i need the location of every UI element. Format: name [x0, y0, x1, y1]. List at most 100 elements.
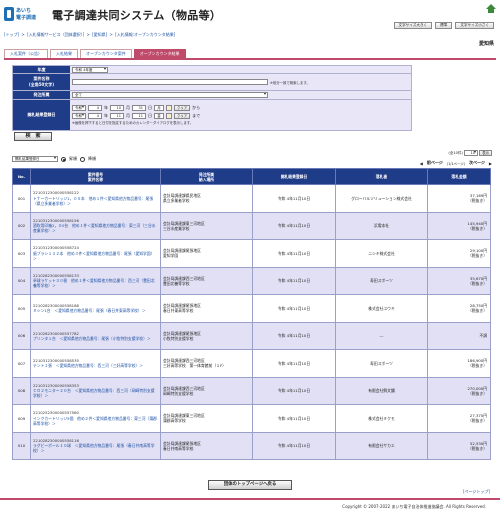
case-name-link[interactable]: ラグビーボール１０球 ＜愛知県他方物品番号：尾張（春日井南高等学校）＞ — [33, 443, 158, 453]
case-name-link[interactable]: 歯ブラシ１３２本 他め３件＜愛知県他方物品番号：尾張（愛知学園）＞ — [33, 251, 158, 261]
row-date: 令和 4年11月10日 — [252, 404, 336, 433]
row-winner: 有限会社サカエ — [335, 431, 428, 460]
row-amount: 52,530円 （税抜き） — [427, 431, 491, 460]
table-row: 001 2210312300000558122 トナーカートリッジ1，００本 他め１… — [12, 184, 491, 213]
from-clear-button[interactable]: クリア — [174, 105, 191, 111]
next-page-link[interactable]: 次ページ — [469, 160, 485, 166]
result-count: (全10件) — [448, 151, 463, 155]
case-name-link[interactable]: 卓球ラケット３０極 他め１件＜愛知県他方物品番号：西三河（豊田北養等学校）＞ — [33, 278, 158, 288]
to-month-input[interactable]: 11 — [110, 112, 124, 119]
row-dept: 会計局調達課西三河地区 岡崎特別支援学校 — [160, 376, 253, 405]
row-winner: ニシキ株式会社 — [335, 239, 428, 268]
chevron-right-icon[interactable]: ▶ — [489, 161, 492, 166]
to-weekday: 金 — [154, 112, 164, 119]
breadcrumb-org-select[interactable]: [入札情報サービス（団体選択）] — [27, 32, 84, 37]
table-row: 009 2210252300000557580 インクカートリッジ5個 他め２件＜愛… — [12, 404, 491, 433]
row-amount: 145,940円 （税抜き） — [427, 211, 491, 240]
to-era-select[interactable]: 令和 — [72, 112, 86, 119]
calendar-icon[interactable] — [166, 105, 172, 111]
row-dept: 会計局調達課西三河地区 三好高等学校 第一体育館前（１F） — [160, 349, 253, 378]
sort-desc-radio-icon[interactable] — [80, 156, 85, 162]
breadcrumb-top[interactable]: [トップ] — [4, 32, 19, 37]
row-date: 令和 4年11月10日 — [252, 376, 336, 405]
pager-nav: ◀ 前ページ (1/1ページ) 次ページ ▶ — [420, 160, 492, 166]
tab-bid-results[interactable]: 入札結果 — [50, 49, 78, 58]
site-logo[interactable]: あいち 電子調達 — [4, 6, 48, 24]
tab-bid-notice[interactable]: 入札案件（公告） — [4, 49, 48, 58]
case-name-link[interactable]: プリンタ１台 ＜愛知県他方物品番号：尾張（小牧特別支援学校）＞ — [33, 336, 158, 341]
case-name-link[interactable]: トナーカートリッジ1，００本 他め１件＜愛知県他方物品番号：尾張（県立多業者学校… — [33, 196, 158, 206]
row-dept: 会計局調達課尾張地区 春日井南高等学校 — [160, 431, 253, 460]
prev-page-link[interactable]: 前ページ — [427, 160, 443, 166]
form-row-date: 開札結果登録日 令和 4年 10月 31日 月 クリア から 令和 4年 11月… — [12, 100, 412, 131]
back-to-org-top-button[interactable]: 団体のトップページへ戻る — [208, 480, 292, 490]
case-name-link[interactable]: ミシン1台 ＜愛知県他方物品番号：尾張（春日井東高等学校）＞ — [33, 308, 158, 313]
tab-open-counter[interactable]: オープンカウンタ案件 — [80, 49, 132, 58]
case-name-link[interactable]: テント１張 ＜愛知県他方物品番号：西三河（三好高等学校）＞ — [33, 363, 158, 368]
row-no: 005 — [12, 294, 31, 323]
row-amount: 不調 — [427, 321, 491, 350]
from-year-input[interactable]: 4 — [88, 105, 102, 111]
breadcrumb-current: [入札情報:オープンカウンタ結果] — [115, 32, 176, 37]
dept-label: 発注所属 — [13, 91, 70, 99]
row-case: 2210282300000558188 ミシン1台 ＜愛知県他方物品番号：尾張（春… — [30, 294, 161, 323]
row-dept: 会計局調達課尾張地区 愛知学園 — [160, 239, 253, 268]
date-from-row: 令和 4年 10月 31日 月 クリア から — [72, 105, 200, 111]
row-amount: 27,370円 （税抜き） — [427, 404, 491, 433]
table-row: 006 2210282300000557782 プリンタ１台 ＜愛知県他方物品番号：… — [12, 321, 491, 350]
case-name-input[interactable] — [72, 79, 268, 85]
amount-tax: （税抜き） — [468, 198, 487, 204]
dept-select[interactable]: 全て — [72, 92, 268, 98]
row-amount: 29,100円 （税抜き） — [427, 239, 491, 268]
row-dept: 会計局調達課尾張地区 小牧特別支援学校 — [160, 321, 253, 350]
breadcrumb-prefecture[interactable]: [愛知県] — [92, 32, 107, 37]
col-header-case: 案件番号 案件名称 — [30, 168, 161, 185]
footer-copyright: Copyright © 2007-2022 あいち電子自治体推進協議会. All… — [0, 498, 500, 513]
from-era-select[interactable]: 令和 — [72, 105, 86, 111]
row-amount: 35,670円 （税抜き） — [427, 266, 491, 295]
to-day-input[interactable]: 11 — [132, 112, 146, 119]
row-winner: グローバルソリューション株式会社 — [335, 184, 428, 213]
col-header-date: 開札結果登録日 — [252, 168, 336, 185]
row-winner: 浜電本社 — [335, 211, 428, 240]
row-winner: 有限会社鮮文舗 — [335, 376, 428, 405]
row-date: 令和 4年11月10日 — [252, 266, 336, 295]
row-no: 008 — [12, 376, 31, 405]
col-header-no: No. — [12, 168, 31, 185]
case-name-link[interactable]: インクカートリッジ5個 他め２件＜愛知県他方物品番号：東三河（蒲郡高等学校）＞ — [33, 416, 158, 426]
font-large-button[interactable]: 文字サイズ大きく — [393, 22, 433, 29]
amount-value: 不調 — [479, 333, 487, 339]
to-clear-button[interactable]: クリア — [174, 112, 191, 119]
font-size-controls: 文字サイズ大きく 標準 文字サイズ小さく — [393, 22, 494, 29]
col-header-dept: 発注所属 納入場所 — [160, 168, 253, 185]
page-top-link[interactable]: [ページトップ] — [463, 489, 490, 495]
row-dept: 会計局調達課東三河地区 蒲郡高等学校 — [160, 404, 253, 433]
amount-tax: （税抜き） — [468, 390, 487, 396]
row-date: 令和 4年11月10日 — [252, 431, 336, 460]
table-row: 004 2210282300000558133 卓球ラケット３０極 他め１件＜愛知県… — [12, 266, 491, 295]
row-case: 2210312300000558353 ＣＯ２モニター２０台 ＜愛知県他方物品番号… — [30, 376, 161, 405]
home-icon[interactable] — [486, 4, 496, 14]
row-winner: 株式会社ミクモ — [335, 404, 428, 433]
year-select[interactable]: 令和 4年度 — [72, 66, 108, 73]
amount-tax: （税抜き） — [468, 418, 487, 424]
sort-asc-radio-icon[interactable] — [61, 156, 66, 162]
font-small-button[interactable]: 文字サイズ小さく — [455, 22, 494, 29]
table-row: 007 2210312300000558535 テント１張 ＜愛知県他方物品番号：西… — [12, 349, 491, 378]
tab-open-counter-results[interactable]: オープンカウンタ結果 — [133, 49, 186, 58]
from-month-input[interactable]: 10 — [110, 105, 124, 111]
row-case: 2210312300000558122 トナーカートリッジ1，００本 他め１件＜愛… — [30, 184, 161, 213]
per-page-apply-button[interactable]: 表示 — [479, 150, 492, 156]
row-no: 002 — [12, 211, 31, 240]
per-page-select[interactable]: 10 — [464, 150, 479, 156]
sort-key-select[interactable]: 開札結果登録日 — [12, 156, 58, 162]
font-standard-button[interactable]: 標準 — [435, 22, 453, 29]
calendar-icon[interactable] — [166, 112, 172, 119]
case-name-link[interactable]: ＣＯ２モニター２０台 ＜愛知県他方物品番号：西三河（岡崎特別支援学校）＞ — [33, 388, 158, 398]
chevron-left-icon[interactable]: ◀ — [420, 161, 423, 166]
to-year-input[interactable]: 4 — [88, 112, 102, 119]
case-name-link[interactable]: 酒吹用印箱2，０0台 他め１件＜愛知県他方物品番号：東三河（三谷水産業学校）＞ — [33, 223, 158, 233]
search-button[interactable]: 検 索 — [14, 132, 52, 141]
date-note: ※画像を押下すると日付を指定するためのカレンダーダイアログを表示します。 — [72, 121, 194, 125]
from-day-input[interactable]: 31 — [132, 105, 146, 111]
